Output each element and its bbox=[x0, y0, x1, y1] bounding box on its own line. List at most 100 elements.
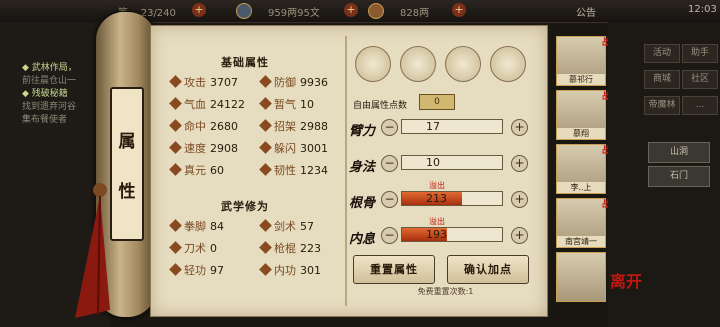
stat-item: 内功 301 bbox=[259, 262, 321, 278]
stat-icon bbox=[169, 219, 182, 232]
reset-attributes-button[interactable]: 重置属性 bbox=[353, 255, 435, 284]
silver-value: 959两95文 bbox=[268, 8, 320, 19]
party-member-portrait[interactable] bbox=[556, 252, 606, 302]
scroll-skill-icon[interactable] bbox=[400, 46, 436, 82]
stat-item: 命中 2680 bbox=[169, 118, 238, 134]
stat-icon bbox=[259, 263, 272, 276]
attribute-name: 根骨 bbox=[349, 196, 376, 211]
attribute-value: 193 bbox=[426, 228, 447, 241]
taiji-icon[interactable] bbox=[445, 46, 481, 82]
stat-icon bbox=[169, 241, 182, 254]
stat-icon bbox=[169, 119, 182, 132]
stat-label: 防御 bbox=[274, 76, 296, 89]
stat-icon bbox=[259, 75, 272, 88]
party-member-portrait[interactable]: 李..上战 bbox=[556, 144, 611, 194]
quest-line[interactable]: 集布餐使者 bbox=[22, 114, 77, 127]
decrease-button[interactable]: − bbox=[381, 191, 398, 208]
attribute-name: 臂力 bbox=[349, 124, 376, 139]
stat-label: 攻击 bbox=[184, 76, 206, 89]
side-menu-button[interactable]: 帝魔林 bbox=[644, 96, 680, 115]
stat-value: 97 bbox=[210, 264, 224, 277]
attribute-bar: 193 bbox=[401, 227, 503, 242]
party-member-name: 慕祁行 bbox=[557, 74, 605, 85]
add-stamina-button[interactable]: + bbox=[192, 3, 206, 17]
location-button[interactable]: 石门 bbox=[648, 166, 710, 187]
stat-value: 57 bbox=[300, 220, 314, 233]
party-member-name: 南宫靖一 bbox=[557, 236, 605, 247]
stat-label: 速度 bbox=[184, 142, 206, 155]
stat-icon bbox=[169, 141, 182, 154]
add-gold-button[interactable]: + bbox=[452, 3, 466, 17]
free-points-label: 自由属性点数 bbox=[353, 101, 408, 111]
quest-line[interactable]: ◆ 残破秘籍 bbox=[22, 88, 77, 101]
stat-value: 301 bbox=[300, 264, 321, 277]
decrease-button[interactable]: − bbox=[381, 155, 398, 172]
quest-line[interactable]: 前往晨仓山一 bbox=[22, 75, 77, 88]
hat-icon[interactable] bbox=[355, 46, 391, 82]
side-menu-button[interactable]: 社区 bbox=[682, 70, 718, 89]
side-menu-button[interactable]: 商城 bbox=[644, 70, 680, 89]
meridian-icon[interactable] bbox=[490, 46, 526, 82]
stat-value: 60 bbox=[210, 164, 224, 177]
stat-value: 2908 bbox=[210, 142, 238, 155]
quest-list[interactable]: ◆ 武林作局， 前往晨仓山一 ◆ 残破秘籍 找到遗弃河谷 集布餐使者 bbox=[22, 62, 77, 127]
stat-item: 暂气 10 bbox=[259, 96, 314, 112]
stat-item: 刀术 0 bbox=[169, 240, 217, 256]
stat-icon bbox=[259, 219, 272, 232]
decrease-button[interactable]: − bbox=[381, 227, 398, 244]
side-menu-button[interactable]: 助手 bbox=[682, 44, 718, 63]
stat-value: 24122 bbox=[210, 98, 245, 111]
clock: 12:03 bbox=[688, 4, 717, 15]
overflow-label: 溢出 bbox=[429, 217, 445, 226]
stat-value: 3707 bbox=[210, 76, 238, 89]
stat-icon bbox=[259, 241, 272, 254]
stat-label: 轻功 bbox=[184, 264, 206, 277]
stat-label: 拳脚 bbox=[184, 220, 206, 233]
notice-link[interactable]: 公告 bbox=[576, 4, 596, 19]
attribute-allocation: 自由属性点数 0 臂力 −17 + 身法 −10 + 根骨 − 溢出 213 + 内息 − 溢出 193 + … bbox=[347, 36, 544, 298]
attribute-bar: 213 bbox=[401, 191, 503, 206]
party-member-name: 慕翔 bbox=[557, 128, 605, 139]
stat-item: 招架 2988 bbox=[259, 118, 328, 134]
leave-label[interactable]: 离开 bbox=[610, 268, 642, 292]
attribute-value: 10 bbox=[426, 156, 440, 169]
stat-item: 轻功 97 bbox=[169, 262, 224, 278]
increase-button[interactable]: + bbox=[511, 227, 528, 244]
party-member-portrait[interactable]: 慕翔战 bbox=[556, 90, 611, 140]
party-member-name: 李..上 bbox=[557, 182, 605, 193]
increase-button[interactable]: + bbox=[511, 155, 528, 172]
stat-icon bbox=[259, 97, 272, 110]
stat-item: 攻击 3707 bbox=[169, 74, 238, 90]
stat-icon bbox=[259, 163, 272, 176]
side-menu-button[interactable]: ... bbox=[682, 96, 718, 115]
location-button[interactable]: 山洞 bbox=[648, 142, 710, 163]
stat-item: 真元 60 bbox=[169, 162, 224, 178]
attribute-name: 身法 bbox=[349, 160, 376, 175]
confirm-points-button[interactable]: 确认加点 bbox=[447, 255, 529, 284]
scroll-label-char-2: 性 bbox=[118, 182, 136, 202]
free-points-value: 0 bbox=[419, 94, 455, 110]
quest-line[interactable]: ◆ 武林作局， bbox=[22, 62, 77, 75]
stat-item: 躲闪 3001 bbox=[259, 140, 328, 156]
decrease-button[interactable]: − bbox=[381, 119, 398, 136]
scroll-label-char-1: 属 bbox=[118, 132, 136, 152]
stat-value: 84 bbox=[210, 220, 224, 233]
stat-label: 韧性 bbox=[274, 164, 296, 177]
overflow-label: 溢出 bbox=[429, 181, 445, 190]
gold-value: 828两 bbox=[400, 8, 430, 19]
stat-item: 枪棍 223 bbox=[259, 240, 321, 256]
stat-value: 10 bbox=[300, 98, 314, 111]
increase-button[interactable]: + bbox=[511, 119, 528, 136]
stat-item: 防御 9936 bbox=[259, 74, 328, 90]
add-silver-button[interactable]: + bbox=[344, 3, 358, 17]
silver-icon bbox=[236, 3, 252, 19]
quest-line[interactable]: 找到遗弃河谷 bbox=[22, 101, 77, 114]
stat-label: 招架 bbox=[274, 120, 296, 133]
side-menu-button[interactable]: 活动 bbox=[644, 44, 680, 63]
increase-button[interactable]: + bbox=[511, 191, 528, 208]
stat-label: 气血 bbox=[184, 98, 206, 111]
stat-label: 内功 bbox=[274, 264, 296, 277]
party-member-portrait[interactable]: 南宫靖一战 bbox=[556, 198, 611, 248]
stat-icon bbox=[259, 141, 272, 154]
party-member-portrait[interactable]: 慕祁行战 bbox=[556, 36, 611, 86]
